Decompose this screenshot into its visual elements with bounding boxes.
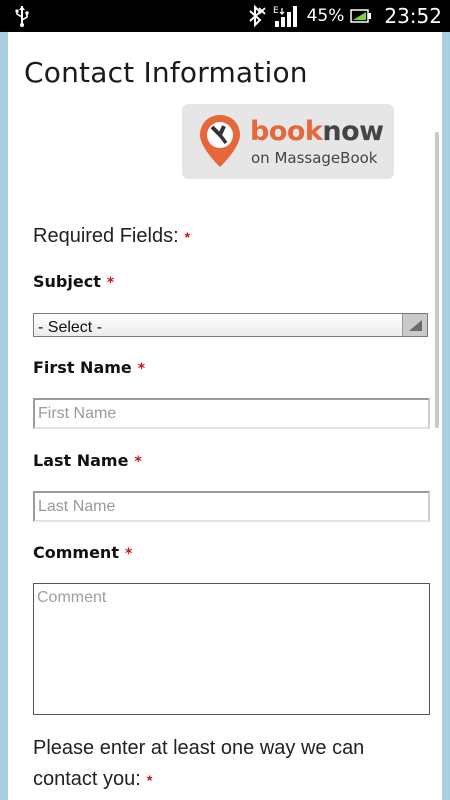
usb-icon bbox=[15, 6, 29, 27]
booknow-tagline: on MassageBook bbox=[251, 149, 378, 167]
signal-icon: E bbox=[273, 6, 297, 27]
first-name-input[interactable] bbox=[33, 398, 430, 429]
required-marker: * bbox=[184, 229, 191, 245]
required-fields-label: Required Fields: bbox=[33, 225, 179, 247]
network-type-label: E bbox=[273, 6, 279, 16]
clock: 23:52 bbox=[384, 4, 442, 28]
subject-label: Subject bbox=[33, 272, 101, 291]
booknow-logo-part1: book bbox=[250, 116, 323, 147]
required-marker: * bbox=[146, 772, 153, 788]
subject-label-row: Subject * bbox=[33, 272, 114, 291]
comment-label-row: Comment * bbox=[33, 543, 132, 562]
first-name-label-row: First Name * bbox=[33, 358, 145, 377]
comment-textarea[interactable] bbox=[33, 583, 430, 715]
required-marker: * bbox=[124, 546, 133, 562]
bluetooth-icon bbox=[248, 5, 266, 27]
required-marker: * bbox=[134, 454, 142, 470]
status-bar: E 45% 23:52 bbox=[0, 0, 450, 32]
dropdown-arrow-icon bbox=[402, 314, 427, 336]
required-marker: * bbox=[137, 361, 146, 377]
page-title: Contact Information bbox=[24, 56, 308, 89]
contact-form-page: Contact Information booknow on MassageBo… bbox=[8, 32, 442, 800]
last-name-label-row: Last Name * bbox=[33, 451, 142, 470]
battery-percent: 45% bbox=[306, 6, 345, 26]
last-name-input[interactable] bbox=[33, 491, 430, 522]
booknow-logo-part2: now bbox=[322, 116, 384, 147]
comment-label: Comment bbox=[33, 543, 119, 562]
battery-icon bbox=[350, 9, 372, 23]
required-fields-heading: Required Fields: * bbox=[33, 225, 190, 248]
first-name-label: First Name bbox=[33, 358, 132, 377]
booknow-badge[interactable]: booknow on MassageBook bbox=[182, 104, 394, 179]
contact-prompt: Please enter at least one way we can con… bbox=[33, 733, 423, 796]
last-name-label: Last Name bbox=[33, 451, 129, 470]
booknow-pin-icon bbox=[200, 115, 240, 167]
scrollbar[interactable] bbox=[435, 132, 439, 428]
contact-prompt-text: Please enter at least one way we can con… bbox=[33, 737, 365, 790]
required-marker: * bbox=[106, 275, 115, 291]
subject-select-value: - Select - bbox=[38, 319, 103, 336]
booknow-logo-text: booknow bbox=[250, 116, 384, 147]
subject-select[interactable]: - Select - bbox=[33, 313, 428, 337]
